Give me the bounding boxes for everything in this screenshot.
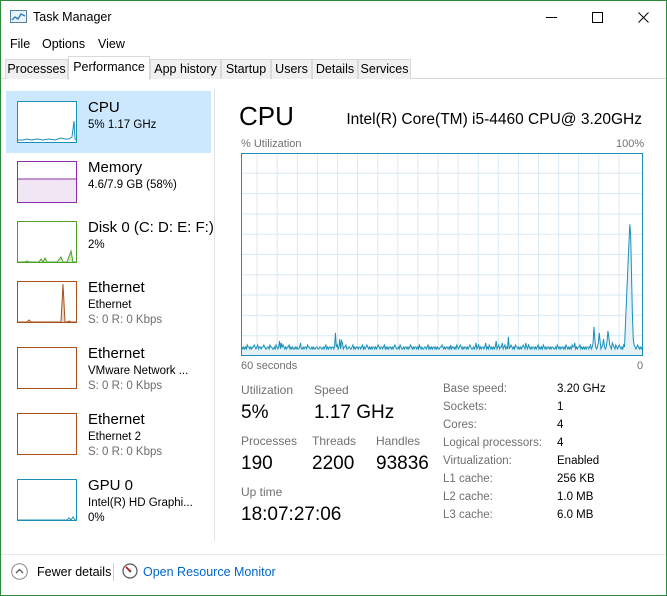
l1-cache-value: 256 KB — [557, 473, 595, 485]
chevron-up-icon[interactable] — [11, 563, 28, 580]
cpu-graph-thumbnail — [17, 101, 77, 143]
menu-bar: File Options View — [1, 33, 666, 55]
x-axis-left-label: 60 seconds — [241, 360, 298, 372]
sidebar-subtitle: Ethernet — [88, 299, 132, 311]
l2-cache-label: L2 cache: — [443, 491, 493, 503]
sidebar-subtitle: VMware Network ... — [88, 365, 189, 377]
close-icon — [637, 11, 649, 23]
sidebar-throughput: S: 0 R: 0 Kbps — [88, 446, 163, 458]
sidebar-item-disk[interactable]: Disk 0 (C: D: E: F:) 2% — [6, 211, 214, 273]
maximize-icon — [591, 11, 603, 23]
tab-startup[interactable]: Startup — [221, 59, 271, 79]
l1-cache-label: L1 cache: — [443, 473, 493, 485]
gpu-graph-thumbnail — [17, 479, 77, 521]
processes-value: 190 — [241, 453, 273, 474]
task-manager-icon — [10, 10, 27, 23]
sidebar-item-memory[interactable]: Memory 4.6/7.9 GB (58%) — [6, 151, 211, 213]
sidebar-title: CPU — [88, 99, 120, 116]
task-manager-window: Task Manager File Options View Processes… — [0, 0, 667, 596]
sockets-label: Sockets: — [443, 401, 488, 413]
sidebar-throughput: S: 0 R: 0 Kbps — [88, 314, 163, 326]
sidebar-title: Disk 0 (C: D: E: F:) — [88, 219, 214, 236]
sidebar-item-ethernet-1[interactable]: Ethernet Ethernet S: 0 R: 0 Kbps — [6, 271, 211, 333]
tab-services[interactable]: Services — [358, 59, 411, 79]
processes-label: Processes — [241, 434, 298, 448]
cpu-utilization-graph — [241, 153, 643, 356]
y-axis-label: % Utilization — [241, 138, 302, 150]
fewer-details-button[interactable]: Fewer details — [37, 565, 111, 579]
tab-details[interactable]: Details — [312, 59, 358, 79]
menu-options[interactable]: Options — [42, 37, 85, 51]
minimize-button[interactable] — [528, 1, 574, 33]
maximize-button[interactable] — [574, 1, 620, 33]
minimize-icon — [545, 16, 557, 18]
tab-users[interactable]: Users — [271, 59, 312, 79]
handles-label: Handles — [376, 434, 421, 448]
cores-value: 4 — [557, 419, 564, 431]
sidebar-usage: 0% — [88, 512, 105, 524]
footer-divider — [113, 563, 114, 581]
utilization-label: Utilization — [241, 383, 294, 397]
cpu-model: Intel(R) Core(TM) i5-4460 CPU@ 3.20GHz — [346, 111, 642, 128]
threads-label: Threads — [312, 434, 357, 448]
base-speed-label: Base speed: — [443, 383, 507, 395]
x-axis-right-label: 0 — [637, 360, 644, 372]
menu-view[interactable]: View — [98, 37, 125, 51]
sidebar-subtitle: 2% — [88, 239, 105, 251]
virtualization-value: Enabled — [557, 455, 600, 467]
window-title: Task Manager — [33, 10, 112, 24]
memory-graph-thumbnail — [17, 161, 77, 203]
y-axis-max: 100% — [616, 138, 645, 150]
logical-processors-label: Logical processors: — [443, 437, 543, 449]
open-resource-monitor-link[interactable]: Open Resource Monitor — [143, 565, 276, 579]
sidebar-item-cpu[interactable]: CPU 5% 1.17 GHz — [6, 91, 211, 153]
tab-performance[interactable]: Performance — [68, 56, 150, 80]
logical-processors-value: 4 — [557, 437, 564, 449]
threads-value: 2200 — [312, 453, 355, 474]
sidebar-subtitle: Ethernet 2 — [88, 431, 142, 443]
sidebar-subtitle: 5% 1.17 GHz — [88, 119, 157, 131]
tab-app-history[interactable]: App history — [150, 59, 221, 79]
l3-cache-label: L3 cache: — [443, 509, 493, 521]
menu-file[interactable]: File — [10, 37, 30, 51]
sidebar-title: Memory — [88, 159, 143, 176]
virtualization-label: Virtualization: — [443, 455, 512, 467]
utilization-value: 5% — [241, 402, 269, 423]
cores-label: Cores: — [443, 419, 477, 431]
base-speed-value: 3.20 GHz — [557, 383, 606, 395]
speed-label: Speed — [314, 383, 349, 397]
sidebar-subtitle: Intel(R) HD Graphi... — [88, 497, 193, 509]
sidebar-throughput: S: 0 R: 0 Kbps — [88, 380, 163, 392]
sidebar-item-ethernet-3[interactable]: Ethernet Ethernet 2 S: 0 R: 0 Kbps — [6, 403, 211, 465]
disk-graph-thumbnail — [17, 221, 77, 263]
sidebar-subtitle: 4.6/7.9 GB (58%) — [88, 179, 177, 191]
handles-value: 93836 — [376, 453, 429, 474]
page-title: CPU — [239, 101, 294, 131]
close-button[interactable] — [620, 1, 666, 33]
sockets-value: 1 — [557, 401, 564, 413]
footer-bar: Fewer details Open Resource Monitor — [1, 554, 666, 588]
resource-monitor-icon[interactable] — [122, 563, 138, 579]
sidebar-item-gpu[interactable]: GPU 0 Intel(R) HD Graphi... 0% — [6, 469, 211, 531]
ethernet-graph-thumbnail — [17, 413, 77, 455]
pane-splitter[interactable] — [214, 89, 215, 541]
l3-cache-value: 6.0 MB — [557, 509, 594, 521]
sidebar-title: Ethernet — [88, 279, 145, 296]
sidebar-title: Ethernet — [88, 345, 145, 362]
uptime-value: 18:07:27:06 — [241, 504, 342, 525]
sidebar-title: GPU 0 — [88, 477, 134, 494]
ethernet-graph-thumbnail — [17, 281, 77, 323]
uptime-label: Up time — [241, 485, 283, 499]
sidebar-title: Ethernet — [88, 411, 145, 428]
tab-strip: Processes Performance App history Startu… — [1, 56, 666, 80]
ethernet-graph-thumbnail — [17, 347, 77, 389]
speed-value: 1.17 GHz — [314, 402, 395, 423]
resource-list: CPU 5% 1.17 GHz Memory 4.6/7.9 GB (58%) … — [6, 89, 216, 541]
sidebar-item-ethernet-2[interactable]: Ethernet VMware Network ... S: 0 R: 0 Kb… — [6, 337, 211, 399]
tab-processes[interactable]: Processes — [5, 59, 68, 79]
title-bar[interactable]: Task Manager — [1, 1, 666, 33]
l2-cache-value: 1.0 MB — [557, 491, 594, 503]
